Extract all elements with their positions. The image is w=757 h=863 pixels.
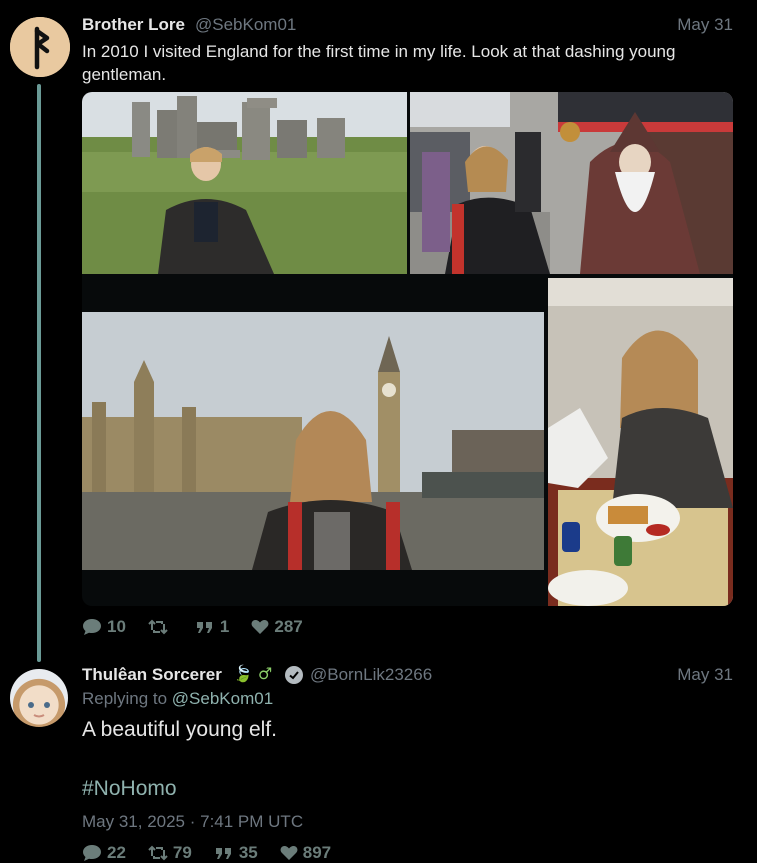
media-grid	[82, 92, 733, 606]
reply-author-handle[interactable]: @BornLik23266	[310, 665, 432, 685]
tweet-stats: 10 1 287	[82, 617, 325, 637]
like-count-label: 287	[274, 617, 303, 636]
reply-like-count[interactable]: 897	[280, 843, 331, 863]
child-face-icon	[28, 702, 50, 718]
like-count[interactable]: 287	[251, 617, 303, 637]
replying-to: Replying to @SebKom01	[82, 689, 273, 709]
reply-quote-count[interactable]: 35	[214, 843, 258, 863]
heart-icon	[251, 620, 269, 634]
reply-retweet-count-label: 79	[172, 843, 192, 862]
reply-count-label: 10	[107, 617, 126, 636]
replying-to-label: Replying to	[82, 689, 168, 708]
reply-avatar[interactable]	[10, 669, 68, 727]
quote-count-label: 1	[219, 617, 230, 636]
reply-count[interactable]: 10	[82, 617, 126, 637]
reply-quote-count-label: 35	[238, 843, 258, 862]
retweet-icon	[148, 845, 168, 861]
reply-retweet-count[interactable]: 79	[148, 843, 192, 863]
reply-stats: 22 79 35 897	[82, 843, 353, 863]
retweet-count[interactable]	[148, 619, 173, 635]
quote-count[interactable]: 1	[195, 617, 229, 637]
avatar[interactable]	[10, 17, 70, 77]
tweet-text: In 2010 I visited England for the first …	[82, 42, 676, 84]
reply-text: A beautiful young elf.	[82, 718, 277, 741]
reply-timestamp[interactable]: May 31, 2025 · 7:41 PM UTC	[82, 812, 303, 832]
name-emoji: 🍃 ♂	[233, 664, 273, 683]
author-name[interactable]: Brother Lore	[82, 15, 185, 35]
speech-bubble-icon	[83, 619, 101, 635]
reply-reply-count-label: 22	[107, 843, 126, 862]
quote-icon	[215, 848, 231, 859]
photo-dinner[interactable]	[548, 278, 733, 606]
heart-icon	[280, 846, 298, 860]
speech-bubble-icon	[83, 845, 101, 861]
tweet-date[interactable]: May 31	[677, 15, 733, 35]
photo-wizard-statue[interactable]	[410, 92, 733, 274]
photo-stonehenge[interactable]	[82, 92, 407, 274]
replying-to-handle[interactable]: @SebKom01	[172, 689, 273, 708]
reply-reply-count[interactable]: 22	[82, 843, 126, 863]
quote-icon	[196, 622, 212, 633]
reply-hashtag[interactable]: #NoHomo	[82, 777, 177, 801]
photo-big-ben[interactable]	[82, 312, 544, 570]
author-handle[interactable]: @SebKom01	[195, 15, 296, 35]
thread-line	[37, 84, 41, 662]
retweet-icon	[148, 619, 168, 635]
reply-like-count-label: 897	[302, 843, 332, 862]
reply-author-name[interactable]: Thulêan Sorcerer	[82, 665, 222, 685]
rune-avatar-icon	[10, 17, 70, 77]
verified-badge-icon	[285, 666, 303, 684]
reply-date[interactable]: May 31	[677, 665, 733, 685]
